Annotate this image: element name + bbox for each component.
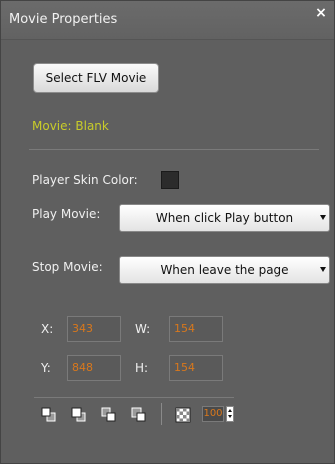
y-label: Y: [41, 361, 51, 375]
stop-movie-selected: When leave the page [160, 263, 289, 277]
y-input[interactable]: 848 [67, 355, 121, 381]
send-backward-icon[interactable] [101, 407, 117, 423]
title-bar: Movie Properties × [1, 1, 334, 40]
chevron-down-icon [320, 215, 326, 220]
opacity-input[interactable]: 100 [202, 406, 224, 422]
opacity-checker-icon[interactable] [175, 407, 191, 423]
play-movie-selected: When click Play button [155, 211, 294, 225]
stop-movie-dropdown[interactable]: When leave the page [119, 256, 330, 284]
stepper-down-icon[interactable] [228, 415, 232, 418]
chevron-down-icon [320, 267, 326, 272]
select-flv-movie-button[interactable]: Select FLV Movie [33, 63, 159, 93]
player-skin-color-swatch[interactable] [161, 171, 179, 189]
x-label: X: [41, 322, 54, 336]
bring-forward-icon[interactable] [71, 407, 87, 423]
x-input[interactable]: 343 [67, 316, 121, 342]
stop-movie-label: Stop Movie: [32, 260, 103, 274]
close-icon[interactable]: × [314, 6, 328, 20]
w-input[interactable]: 154 [169, 316, 223, 342]
toolbar-divider [34, 397, 234, 398]
send-to-back-icon[interactable] [131, 407, 147, 423]
h-label: H: [135, 361, 149, 375]
stepper-up-icon[interactable] [228, 409, 232, 412]
movie-status-text: Movie: Blank [32, 119, 109, 133]
bring-to-front-icon[interactable] [41, 407, 57, 423]
opacity-stepper[interactable] [226, 406, 234, 422]
toolbar-separator [161, 403, 162, 425]
play-movie-label: Play Movie: [32, 207, 101, 221]
panel-title: Movie Properties [9, 12, 118, 27]
w-label: W: [135, 322, 151, 336]
player-skin-color-label: Player Skin Color: [32, 173, 138, 187]
h-input[interactable]: 154 [169, 355, 223, 381]
movie-properties-panel: Movie Properties × Select FLV Movie Movi… [0, 0, 335, 464]
play-movie-dropdown[interactable]: When click Play button [119, 204, 330, 232]
section-divider [29, 149, 319, 150]
